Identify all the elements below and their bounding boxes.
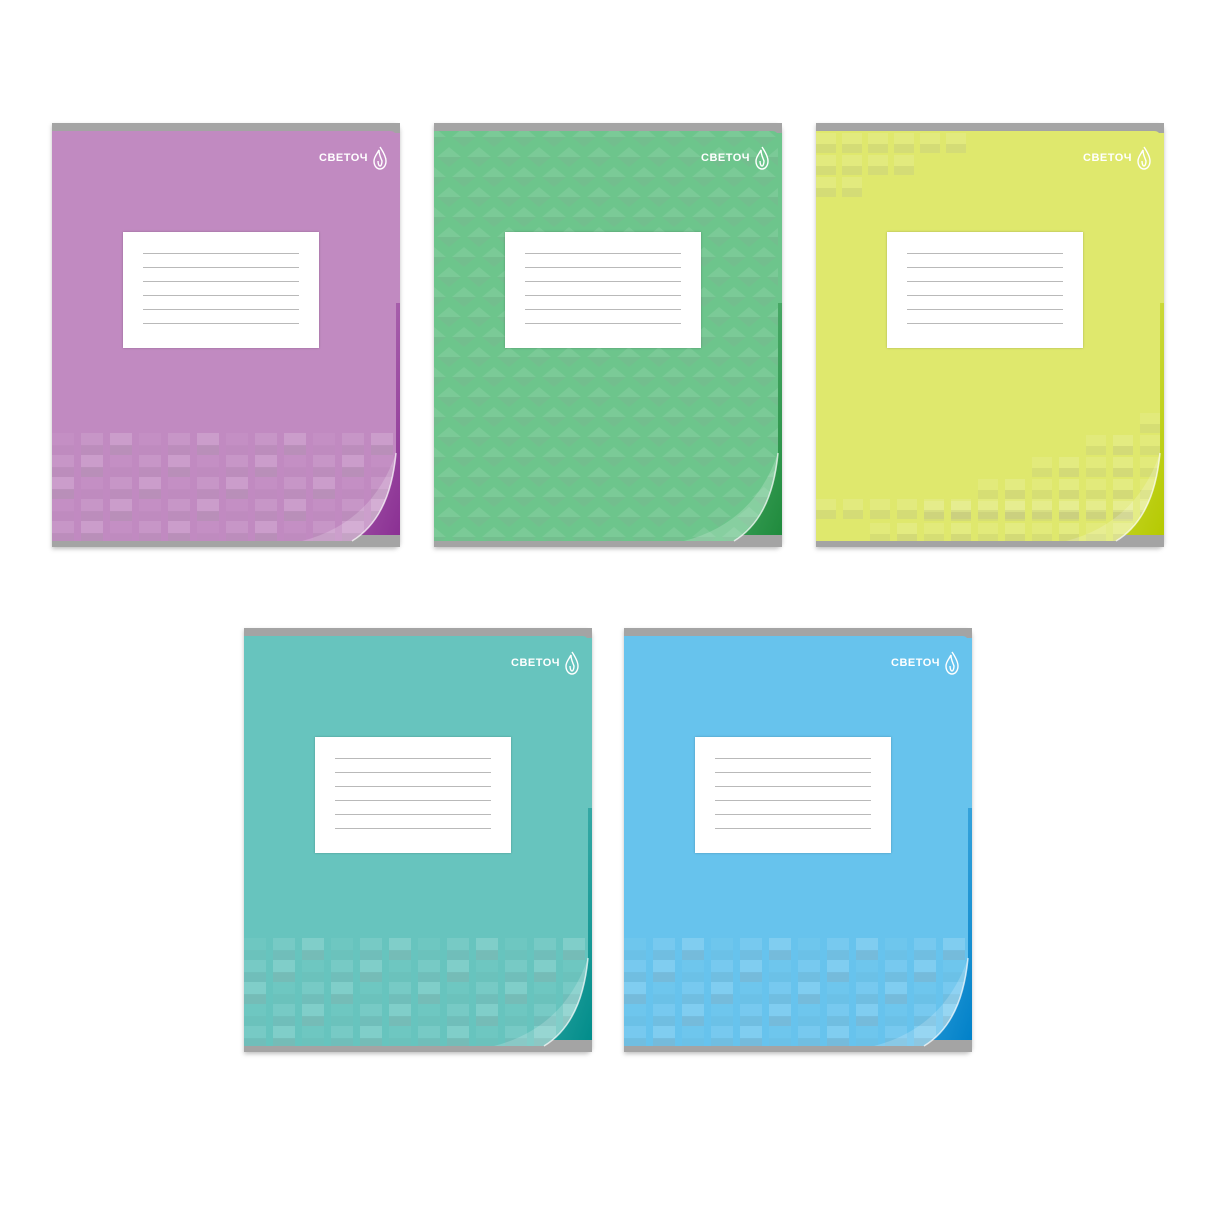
flame-icon	[373, 146, 387, 170]
brand-name: СВЕТОЧ	[701, 152, 750, 164]
brand-logo: СВЕТОЧ	[701, 145, 770, 171]
name-label	[505, 232, 701, 348]
name-label	[695, 737, 891, 853]
flame-icon	[1137, 146, 1151, 170]
flame-icon	[945, 651, 959, 675]
notebook-cover-green: СВЕТОЧ	[434, 123, 782, 551]
name-label	[887, 232, 1083, 348]
brand-logo: СВЕТОЧ	[319, 145, 388, 171]
flame-icon	[565, 651, 579, 675]
brand-name: СВЕТОЧ	[1083, 152, 1132, 164]
brand-name: СВЕТОЧ	[891, 657, 940, 669]
brand-logo: СВЕТОЧ	[891, 650, 960, 676]
brand-logo: СВЕТОЧ	[1083, 145, 1152, 171]
notebook-cover-yellow: СВЕТОЧ	[816, 123, 1164, 551]
brand-logo: СВЕТОЧ	[511, 650, 580, 676]
brand-name: СВЕТОЧ	[319, 152, 368, 164]
notebook-cover-blue: СВЕТОЧ	[624, 628, 972, 1056]
notebook-cover-purple: СВЕТОЧ	[52, 123, 400, 551]
flame-icon	[755, 146, 769, 170]
name-label	[315, 737, 511, 853]
name-label	[123, 232, 319, 348]
brand-name: СВЕТОЧ	[511, 657, 560, 669]
notebook-cover-teal: СВЕТОЧ	[244, 628, 592, 1056]
